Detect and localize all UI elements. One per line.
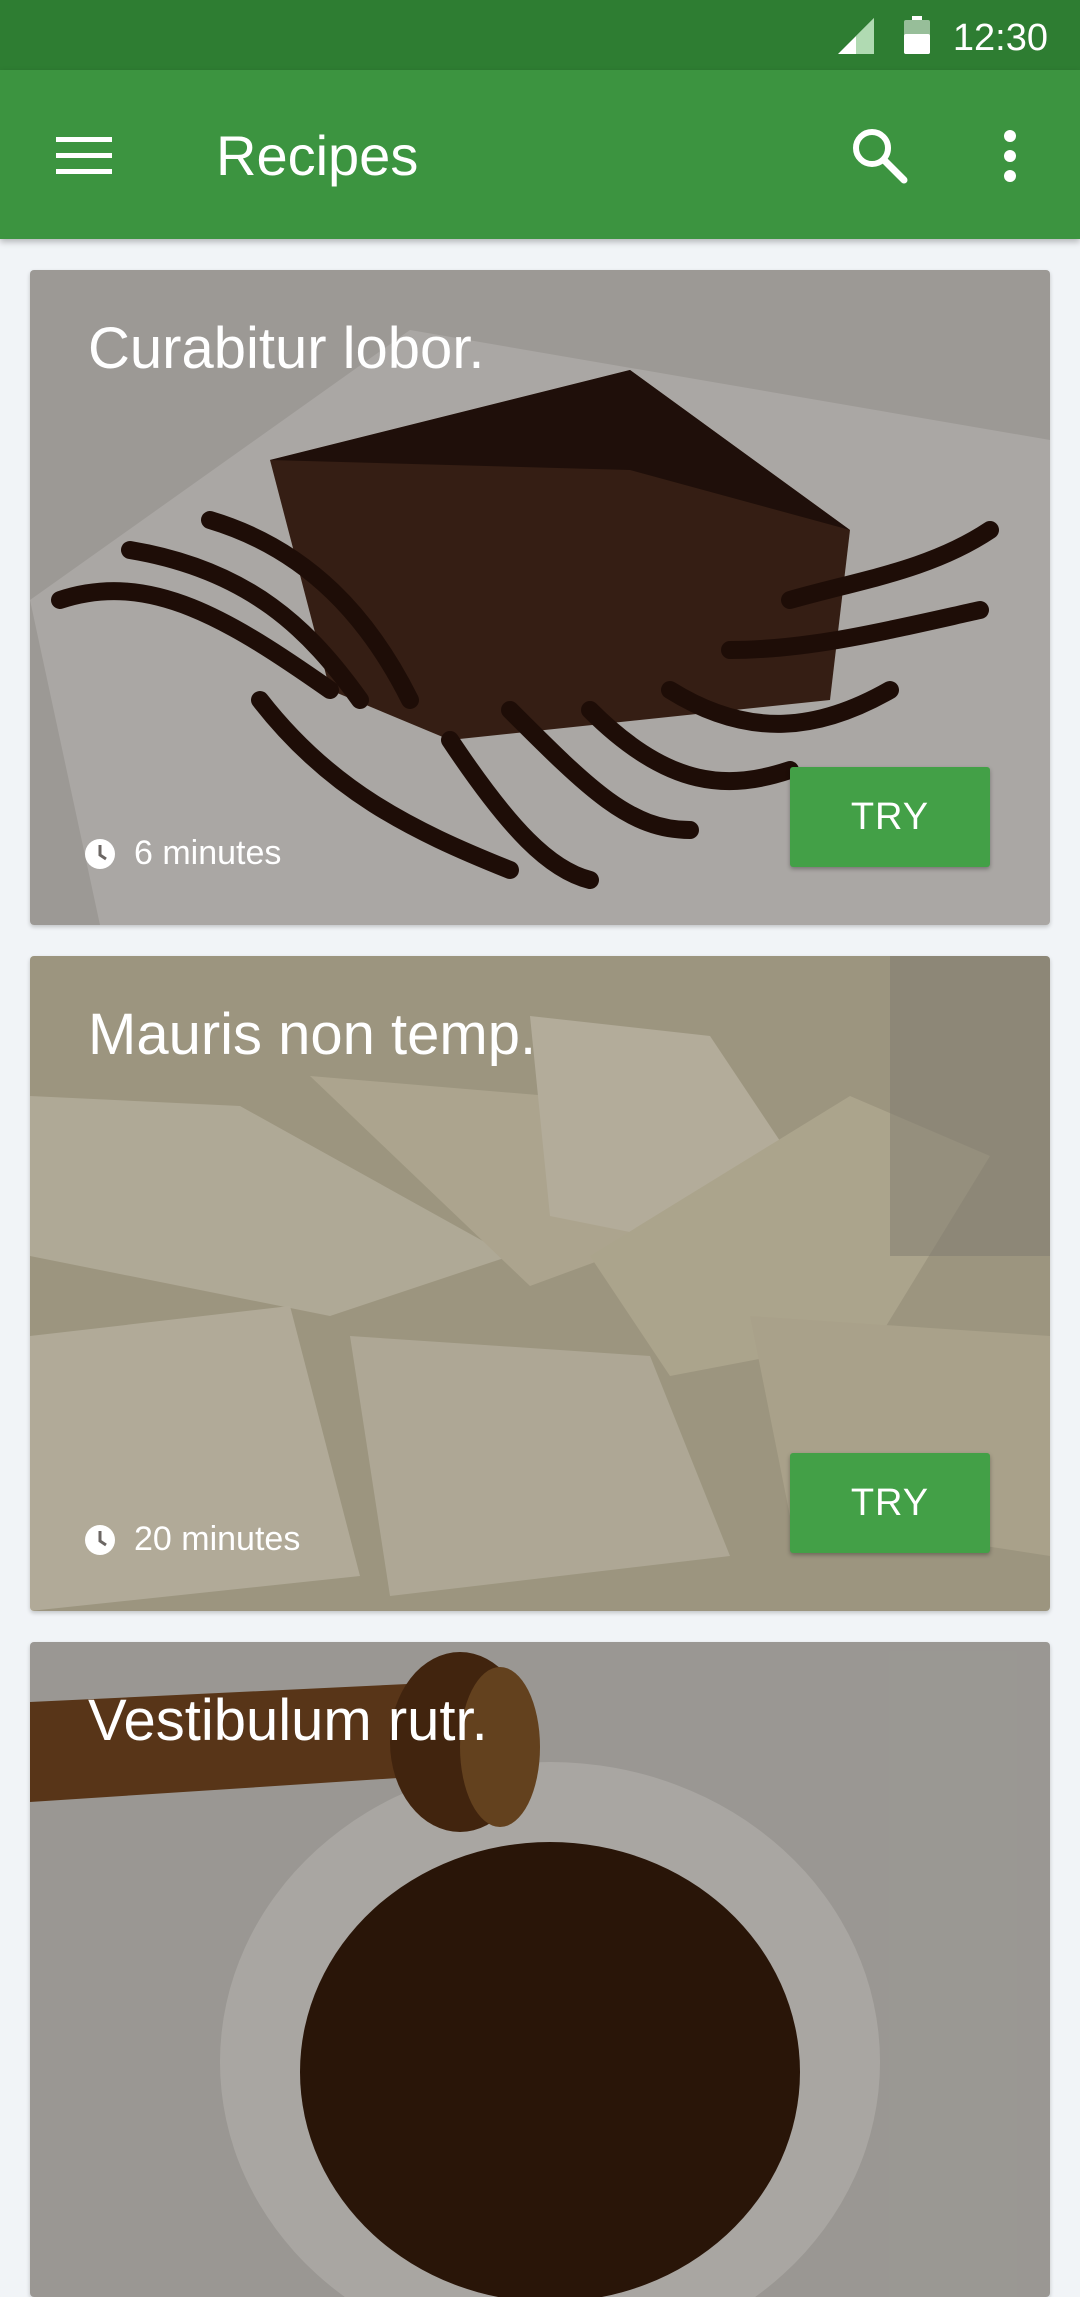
battery-icon (904, 16, 930, 54)
recipe-title: Mauris non temp. (88, 1002, 537, 1067)
signal-icon (838, 18, 874, 54)
app-bar: Recipes (0, 70, 1080, 239)
recipe-card[interactable]: Curabitur lobor. 6 minutes TRY (30, 270, 1050, 925)
more-vert-icon[interactable] (996, 126, 1024, 186)
status-bar: 12:30 (0, 0, 1080, 70)
clock-icon (85, 1524, 115, 1555)
recipe-duration: 20 minutes (84, 1520, 300, 1559)
duration-text: 20 minutes (134, 1520, 301, 1558)
recipe-card[interactable]: Mauris non temp. 20 minutes TRY (30, 956, 1050, 1611)
menu-icon[interactable] (56, 137, 112, 175)
app-title: Recipes (216, 124, 419, 187)
try-button[interactable]: TRY (790, 767, 990, 867)
recipe-title: Vestibulum rutr. (88, 1688, 488, 1753)
status-time: 12:30 (952, 17, 1048, 59)
recipe-card[interactable]: Vestibulum rutr. (30, 1642, 1050, 2297)
try-button[interactable]: TRY (790, 1453, 990, 1553)
clock-icon (85, 838, 115, 869)
recipe-title: Curabitur lobor. (88, 316, 485, 381)
duration-text: 6 minutes (134, 834, 282, 872)
recipe-duration: 6 minutes (84, 834, 281, 873)
search-icon[interactable] (850, 126, 908, 184)
